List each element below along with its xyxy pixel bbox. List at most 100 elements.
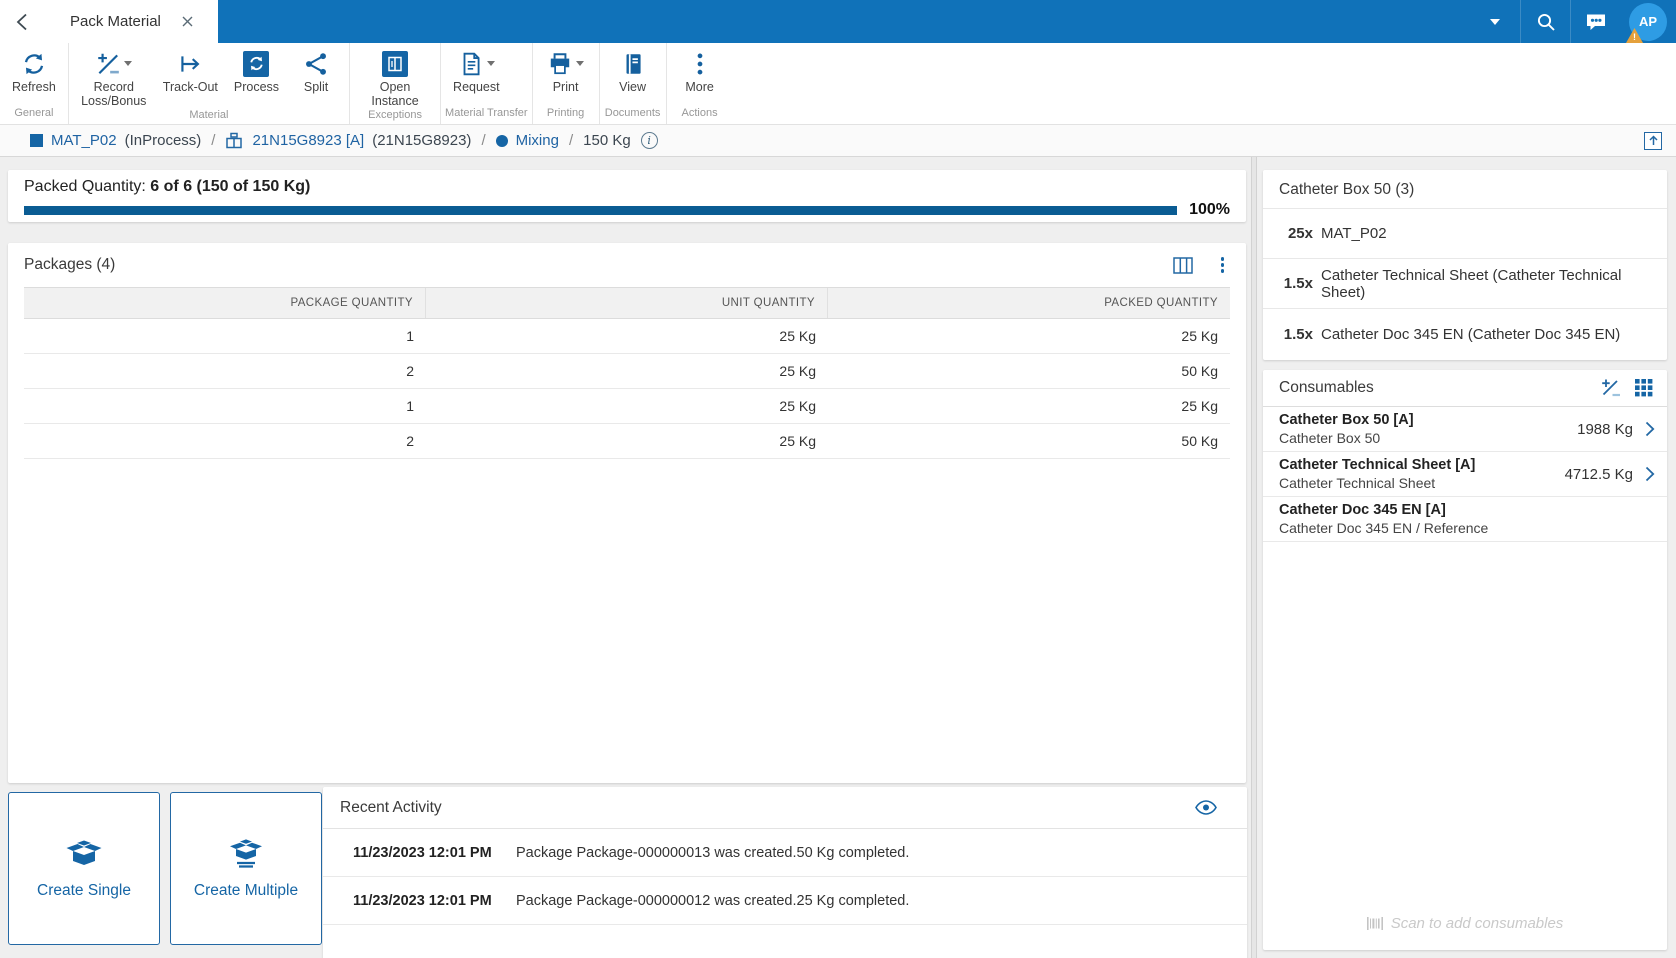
column-header-unit-quantity[interactable]: UNIT QUANTITY	[426, 288, 828, 318]
print-button[interactable]: Print	[537, 43, 595, 94]
split-button[interactable]: Split	[287, 43, 345, 94]
topbar-dropdown-button[interactable]	[1470, 0, 1520, 43]
cell-packed-quantity: 50 Kg	[828, 424, 1230, 458]
ribbon-caption-printing: Printing	[537, 107, 595, 124]
bom-item-multiplier: 1.5x	[1277, 326, 1313, 343]
user-menu[interactable]: AP !	[1620, 0, 1676, 43]
chevron-down-icon	[576, 61, 584, 66]
consumables-panel: Consumables Catheter Box 50 [A] Catheter…	[1263, 370, 1667, 950]
material-icon	[30, 134, 43, 147]
lot-icon	[225, 132, 244, 149]
more-icon	[687, 51, 713, 77]
tab-pack-material[interactable]: Pack Material	[44, 0, 218, 43]
cell-unit-quantity: 25 Kg	[426, 424, 828, 458]
back-button[interactable]	[0, 0, 44, 43]
column-header-packed-quantity[interactable]: PACKED QUANTITY	[828, 288, 1230, 318]
consumable-row[interactable]: Catheter Technical Sheet [A] Catheter Te…	[1263, 452, 1667, 497]
messages-button[interactable]	[1570, 0, 1620, 43]
more-button[interactable]: More	[671, 43, 729, 94]
bom-item-name: Catheter Doc 345 EN (Catheter Doc 345 EN…	[1321, 326, 1620, 343]
table-row[interactable]: 2 25 Kg 50 Kg	[24, 354, 1230, 389]
track-out-button[interactable]: Track-Out	[155, 43, 226, 94]
breadcrumb-separator: /	[567, 132, 575, 149]
view-documents-icon	[620, 51, 646, 77]
chevron-down-icon	[487, 61, 495, 66]
create-multiple-button[interactable]: Create Multiple	[170, 792, 322, 945]
packages-title: Packages (4)	[24, 256, 115, 274]
bom-item-multiplier: 25x	[1277, 225, 1313, 242]
tab-close-icon[interactable]	[175, 9, 201, 35]
column-header-package-quantity[interactable]: PACKAGE QUANTITY	[24, 288, 426, 318]
bom-item[interactable]: 25x MAT_P02	[1263, 209, 1667, 259]
breadcrumb-material-link[interactable]: MAT_P02	[51, 132, 117, 149]
progress-bar-fill	[24, 206, 1177, 215]
cell-package-quantity: 1	[24, 319, 426, 353]
print-label: Print	[553, 80, 579, 94]
view-label: View	[619, 80, 646, 94]
ribbon-caption-material: Material	[73, 109, 345, 124]
breadcrumb-lot-name: (21N15G8923)	[372, 132, 471, 149]
chevron-right-icon[interactable]	[1645, 421, 1655, 437]
consumable-row[interactable]: Catheter Doc 345 EN [A] Catheter Doc 345…	[1263, 497, 1667, 542]
chevron-down-icon	[124, 61, 132, 66]
bom-item-name: Catheter Technical Sheet (Catheter Techn…	[1321, 267, 1651, 301]
process-button[interactable]: Process	[226, 43, 287, 94]
packages-menu-icon[interactable]	[1219, 255, 1227, 275]
top-bar: Pack Material AP !	[0, 0, 1676, 43]
consumable-quantity: 1988 Kg	[1577, 421, 1633, 438]
activity-row: 11/23/2023 12:01 PM Package Package-0000…	[323, 829, 1247, 877]
chevron-down-icon	[1490, 19, 1500, 25]
breadcrumb-step-link[interactable]: Mixing	[516, 132, 559, 149]
split-label: Split	[304, 80, 328, 94]
breadcrumb-lot-link[interactable]: 21N15G8923 [A]	[252, 132, 364, 149]
bom-item[interactable]: 1.5x Catheter Technical Sheet (Catheter …	[1263, 259, 1667, 309]
cell-packed-quantity: 50 Kg	[828, 354, 1230, 388]
bom-item[interactable]: 1.5x Catheter Doc 345 EN (Catheter Doc 3…	[1263, 309, 1667, 359]
ribbon-group-printing: Print Printing	[533, 43, 600, 124]
request-button[interactable]: Request	[445, 43, 508, 94]
open-instance-button[interactable]: Open Instance	[354, 43, 436, 109]
panel-splitter[interactable]	[1251, 157, 1257, 958]
ribbon-group-material-transfer: Request Material Transfer	[441, 43, 533, 124]
back-chevron-icon	[16, 13, 28, 31]
ribbon-group-general: Refresh General	[0, 43, 69, 124]
process-label: Process	[234, 80, 279, 94]
watch-activity-button[interactable]	[1195, 800, 1217, 815]
arrow-up-icon	[1648, 135, 1659, 146]
refresh-button[interactable]: Refresh	[4, 43, 64, 94]
open-box-stack-icon	[226, 837, 266, 870]
chevron-right-icon[interactable]	[1645, 466, 1655, 482]
bom-item-name: MAT_P02	[1321, 225, 1387, 242]
process-icon	[243, 51, 269, 77]
cell-packed-quantity: 25 Kg	[828, 389, 1230, 423]
record-loss-bonus-icon	[95, 51, 121, 77]
activity-row: 11/23/2023 12:01 PM Package Package-0000…	[323, 877, 1247, 925]
main-content: Packed Quantity: 6 of 6 (150 of 150 Kg) …	[0, 157, 1676, 958]
adjust-quantity-icon[interactable]	[1600, 378, 1621, 398]
info-icon[interactable]: i	[641, 132, 658, 149]
eye-icon	[1195, 800, 1217, 815]
table-row[interactable]: 1 25 Kg 25 Kg	[24, 319, 1230, 354]
create-single-button[interactable]: Create Single	[8, 792, 160, 945]
progress-bar-track	[24, 206, 1177, 215]
breadcrumb-separator: /	[209, 132, 217, 149]
column-chooser-icon[interactable]	[1173, 257, 1193, 274]
cell-package-quantity: 1	[24, 389, 426, 423]
breadcrumb-quantity: 150 Kg	[583, 132, 631, 149]
packed-quantity-text: Packed Quantity: 6 of 6 (150 of 150 Kg)	[24, 178, 1230, 196]
grid-view-icon[interactable]	[1635, 379, 1653, 397]
table-row[interactable]: 1 25 Kg 25 Kg	[24, 389, 1230, 424]
bom-panel: Catheter Box 50 (3) 25x MAT_P02 1.5x Cat…	[1263, 170, 1667, 360]
consumable-row[interactable]: Catheter Box 50 [A] Catheter Box 50 1988…	[1263, 407, 1667, 452]
recent-activity-header: Recent Activity	[323, 787, 1247, 829]
refresh-icon	[21, 51, 47, 77]
consumables-title: Consumables	[1279, 379, 1374, 397]
view-button[interactable]: View	[604, 43, 662, 94]
consumable-name: Catheter Box 50 [A]	[1279, 412, 1577, 428]
search-button[interactable]	[1520, 0, 1570, 43]
packed-quantity-value: 6 of 6 (150 of 150 Kg)	[150, 178, 310, 195]
table-row[interactable]: 2 25 Kg 50 Kg	[24, 424, 1230, 459]
record-loss-bonus-button[interactable]: Record Loss/Bonus	[73, 43, 155, 109]
expand-panel-button[interactable]	[1644, 132, 1662, 150]
packages-header: Packages (4)	[8, 243, 1246, 287]
